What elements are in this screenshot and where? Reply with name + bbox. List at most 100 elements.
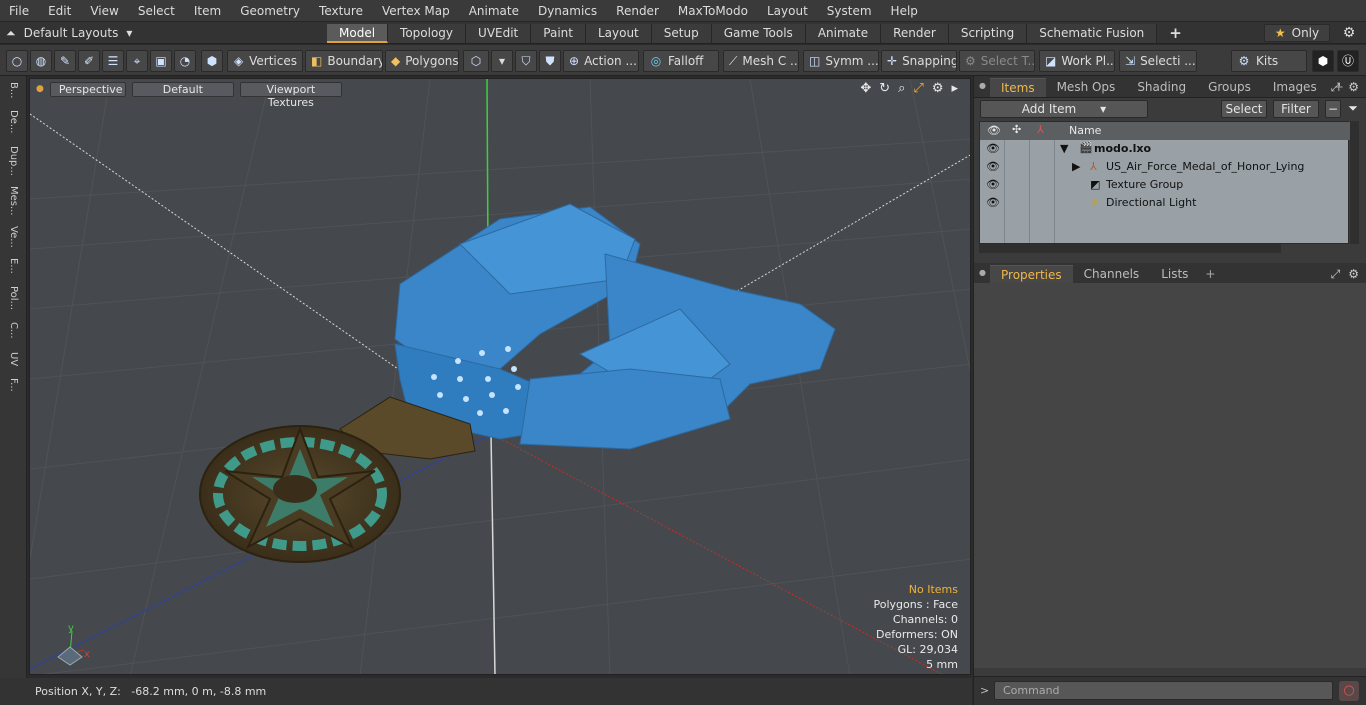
filter-button[interactable]: Filter bbox=[1273, 100, 1319, 118]
tab-properties[interactable]: Properties bbox=[990, 265, 1073, 284]
symmetry-shield-button[interactable]: ⛉ bbox=[515, 50, 537, 72]
collapse-icon[interactable]: ⏶ bbox=[6, 26, 16, 41]
tree-vertical-scrollbar[interactable] bbox=[1350, 121, 1359, 244]
tab-images[interactable]: Images bbox=[1262, 78, 1328, 97]
eye-icon[interactable]: 👁 bbox=[986, 178, 1000, 191]
menu-texture[interactable]: Texture bbox=[310, 4, 373, 18]
vertices-mode-button[interactable]: ◈ Vertices bbox=[227, 50, 303, 72]
tab-layout[interactable]: Layout bbox=[585, 24, 652, 43]
mode-dropdown-button[interactable]: ▾ bbox=[491, 50, 513, 72]
menu-animate[interactable]: Animate bbox=[460, 4, 529, 18]
left-tab-mesh-edit[interactable]: Mes... bbox=[4, 186, 22, 216]
viewport-textures-button[interactable]: Viewport Textures bbox=[239, 81, 342, 109]
add-item-button[interactable]: Add Item ▾ bbox=[980, 100, 1148, 118]
polygons-mode-button[interactable]: ◆ Polygons bbox=[385, 50, 459, 72]
tab-paint[interactable]: Paint bbox=[531, 24, 586, 43]
tree-row-light[interactable]: 👁 ☀ Directional Light bbox=[980, 194, 1350, 212]
work-plane-button[interactable]: ◪ Work Pl... bbox=[1039, 50, 1115, 72]
add-tab-button[interactable]: + bbox=[1157, 24, 1194, 43]
tree-row-texture-group[interactable]: 👁 ◩ Texture Group bbox=[980, 176, 1350, 194]
menu-system[interactable]: System bbox=[818, 4, 882, 18]
add-panel-tab-button[interactable]: + bbox=[1199, 265, 1221, 284]
move-view-icon[interactable]: ✥ bbox=[860, 81, 871, 96]
menu-geometry[interactable]: Geometry bbox=[231, 4, 310, 18]
tab-animate[interactable]: Animate bbox=[805, 24, 882, 43]
panel-menu-dot[interactable]: ● bbox=[979, 81, 986, 90]
expand-panel-icon[interactable]: ⤢ bbox=[1331, 267, 1341, 282]
eye-icon[interactable]: 👁 bbox=[986, 196, 1000, 209]
tab-lists[interactable]: Lists bbox=[1150, 265, 1199, 284]
funnel-icon[interactable]: ⏷ bbox=[1345, 100, 1361, 118]
falloff-button[interactable]: ◎ Falloff bbox=[643, 50, 719, 72]
only-toggle[interactable]: ★ Only bbox=[1264, 24, 1330, 42]
rotate-view-icon[interactable]: ↻ bbox=[879, 81, 890, 96]
selection-sets-button[interactable]: ⇲ Selecti ... bbox=[1119, 50, 1197, 72]
collapse-arrow-icon[interactable]: ▼ bbox=[1060, 142, 1068, 155]
command-stop-icon[interactable]: ○ bbox=[1339, 681, 1359, 701]
gauge-tool[interactable]: ◔ bbox=[174, 50, 196, 72]
globe-tool[interactable]: ◍ bbox=[30, 50, 52, 72]
viewport-gear-icon[interactable]: ⚙ bbox=[932, 81, 944, 96]
menu-maxtomodo[interactable]: MaxToModo bbox=[669, 4, 758, 18]
tree-horizontal-scrollbar[interactable] bbox=[979, 244, 1281, 253]
tab-channels[interactable]: Channels bbox=[1073, 265, 1151, 284]
panel-gear-icon[interactable]: ⚙ bbox=[1348, 80, 1359, 95]
tab-shading[interactable]: Shading bbox=[1126, 78, 1197, 97]
3d-viewport[interactable]: y x ● Perspective Default Viewport Textu… bbox=[29, 78, 971, 675]
shading-button[interactable]: Default bbox=[131, 81, 234, 97]
snapping-button[interactable]: ✛ Snapping bbox=[881, 50, 957, 72]
unity-button[interactable]: ⬢ bbox=[1312, 50, 1334, 72]
tab-game-tools[interactable]: Game Tools bbox=[711, 24, 806, 43]
unreal-button[interactable]: Ⓤ bbox=[1337, 50, 1359, 72]
left-tab-curve[interactable]: C... bbox=[4, 322, 22, 339]
tree-row-mesh[interactable]: 👁 ▶ ⅄ US_Air_Force_Medal_of_Honor_Lying bbox=[980, 158, 1350, 176]
select-circle-tool[interactable]: ○ bbox=[6, 50, 28, 72]
tab-model[interactable]: Model bbox=[327, 24, 389, 43]
left-tab-edge[interactable]: E... bbox=[4, 258, 22, 274]
align-tool[interactable]: ☰ bbox=[102, 50, 124, 72]
left-tab-deform[interactable]: De... bbox=[4, 110, 22, 133]
menu-view[interactable]: View bbox=[81, 4, 128, 18]
menu-edit[interactable]: Edit bbox=[39, 4, 81, 18]
perspective-button[interactable]: Perspective bbox=[49, 81, 126, 97]
tab-items[interactable]: Items bbox=[990, 78, 1046, 97]
panel-gear-icon[interactable]: ⚙ bbox=[1348, 267, 1359, 282]
left-tab-basic[interactable]: B... bbox=[4, 82, 22, 98]
boundary-mode-button[interactable]: ◧ Boundary bbox=[305, 50, 383, 72]
mesh-constraint-button[interactable]: ⟋ Mesh C ... bbox=[723, 50, 799, 72]
tab-topology[interactable]: Topology bbox=[388, 24, 467, 43]
eye-icon[interactable]: 👁 bbox=[986, 142, 1000, 155]
layout-selector[interactable]: ⏶ Default Layouts ▾ bbox=[6, 24, 132, 42]
command-input[interactable]: Command bbox=[994, 681, 1333, 700]
play-arrow-icon[interactable]: ▸ bbox=[951, 81, 958, 96]
tab-groups[interactable]: Groups bbox=[1197, 78, 1262, 97]
left-tab-uv[interactable]: UV bbox=[4, 352, 22, 366]
menu-render[interactable]: Render bbox=[607, 4, 669, 18]
panel-menu-dot[interactable]: ● bbox=[979, 268, 986, 277]
menu-file[interactable]: File bbox=[0, 4, 39, 18]
menu-help[interactable]: Help bbox=[882, 4, 928, 18]
kits-button[interactable]: ⚙ Kits bbox=[1231, 50, 1307, 72]
tab-render[interactable]: Render bbox=[881, 24, 949, 43]
center-tool[interactable]: ⌖ bbox=[126, 50, 148, 72]
action-center-button[interactable]: ⊕ Action ... bbox=[563, 50, 639, 72]
left-tab-fusion[interactable]: F... bbox=[4, 378, 22, 392]
gear-icon[interactable]: ⚙ bbox=[1340, 24, 1358, 42]
material-mode-button[interactable]: ⬡ bbox=[463, 50, 489, 72]
menu-select[interactable]: Select bbox=[129, 4, 185, 18]
tab-uvedit[interactable]: UVEdit bbox=[466, 24, 532, 43]
brush-tool[interactable]: ✐ bbox=[78, 50, 100, 72]
expand-panel-icon[interactable]: ⤢ bbox=[1331, 80, 1341, 95]
left-tab-polygon[interactable]: Pol... bbox=[4, 286, 22, 310]
item-mode-button[interactable]: ⬢ bbox=[201, 50, 223, 72]
tab-scripting[interactable]: Scripting bbox=[948, 24, 1028, 43]
tab-mesh-ops[interactable]: Mesh Ops bbox=[1046, 78, 1127, 97]
pen-tool[interactable]: ✎ bbox=[54, 50, 76, 72]
tree-row-scene[interactable]: 👁 ▼ 🎬 modo.lxo bbox=[980, 140, 1350, 158]
select-button[interactable]: Select bbox=[1221, 100, 1267, 118]
zoom-view-icon[interactable]: ⌕ bbox=[898, 81, 905, 96]
viewport-menu-dot[interactable]: ● bbox=[36, 84, 44, 94]
left-tab-duplicate[interactable]: Dup... bbox=[4, 146, 22, 176]
select-through-button[interactable]: ⚙ Select T... bbox=[959, 50, 1035, 72]
eye-icon[interactable]: 👁 bbox=[986, 160, 1000, 173]
